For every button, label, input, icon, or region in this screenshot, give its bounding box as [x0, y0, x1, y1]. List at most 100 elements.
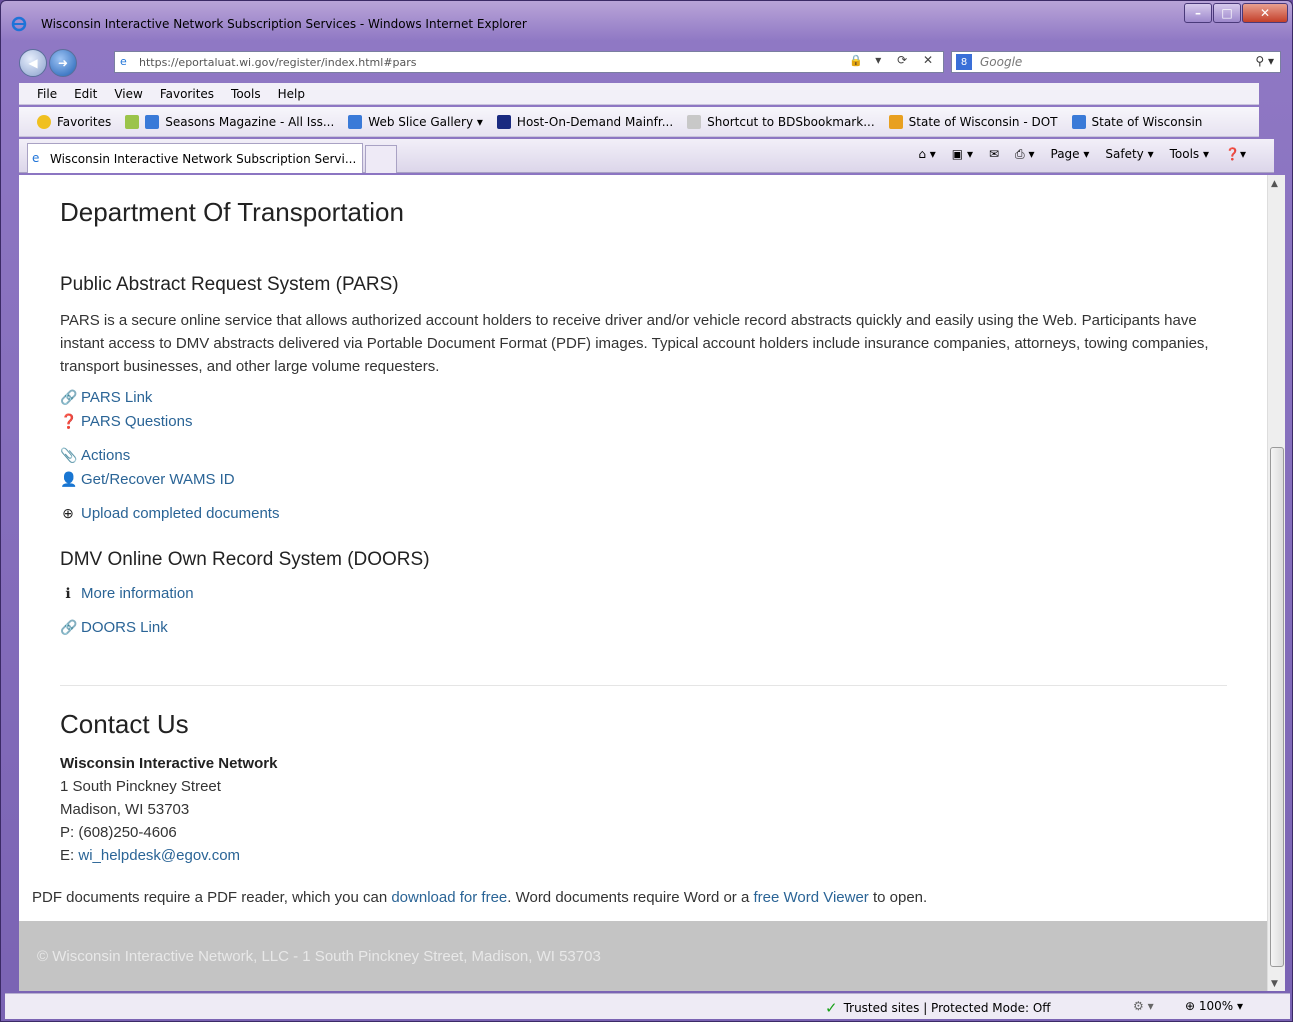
- minimize-button[interactable]: –: [1184, 3, 1212, 23]
- scroll-up-icon[interactable]: ▲: [1271, 179, 1278, 189]
- ie-page-icon: [1071, 114, 1086, 129]
- link-icon: 🔗: [60, 619, 78, 635]
- home-icon[interactable]: ⌂ ▾: [918, 147, 935, 162]
- info-icon: ℹ: [65, 585, 71, 601]
- forward-button[interactable]: ➜: [49, 49, 77, 77]
- favorite-item[interactable]: State of Wisconsin: [1071, 114, 1202, 129]
- menu-edit[interactable]: Edit: [74, 87, 97, 101]
- tab-label: Wisconsin Interactive Network Subscripti…: [50, 151, 357, 166]
- feeds-icon[interactable]: ▣ ▾: [952, 147, 973, 162]
- wams-link[interactable]: 👤 Get/Recover WAMS ID: [60, 471, 235, 488]
- paperclip-icon: 📎: [60, 447, 78, 463]
- question-icon: ❓: [60, 413, 78, 429]
- favorite-item[interactable]: Host-On-Demand Mainfr...: [496, 114, 673, 129]
- user-icon: 👤: [60, 471, 78, 487]
- ie-logo-icon: [11, 16, 27, 32]
- zoom-icon: ⊕: [1185, 999, 1196, 1013]
- title-bar: Wisconsin Interactive Network Subscripti…: [1, 1, 1292, 47]
- add-favorite-icon: [125, 114, 140, 129]
- download-free-link[interactable]: download for free: [391, 889, 507, 906]
- navigation-bar: ◀ ➜ e https://eportaluat.wi.gov/register…: [19, 47, 1289, 77]
- phone-label: P:: [60, 824, 75, 841]
- contact-email-link[interactable]: wi_helpdesk@egov.com: [78, 847, 240, 864]
- safety-menu[interactable]: Safety ▾: [1105, 147, 1153, 162]
- doors-title: DMV Online Own Record System (DOORS): [60, 549, 430, 570]
- address-bar[interactable]: e https://eportaluat.wi.gov/register/ind…: [114, 51, 944, 73]
- zoom-level[interactable]: ⊕ 100% ▾: [1185, 999, 1243, 1013]
- upload-icon: ⊕: [62, 505, 74, 521]
- zone-settings-icon[interactable]: ⚙ ▾: [1133, 999, 1154, 1013]
- page-content: Department Of Transportation Public Abst…: [19, 175, 1267, 991]
- search-box[interactable]: 8 Google ⚲ ▾: [951, 51, 1281, 73]
- menu-file[interactable]: File: [37, 87, 57, 101]
- pars-title: Public Abstract Request System (PARS): [60, 274, 399, 295]
- star-icon: [37, 114, 51, 129]
- pdf-note: PDF documents require a PDF reader, whic…: [32, 889, 928, 906]
- contact-address: Wisconsin Interactive Network 1 South Pi…: [60, 752, 277, 867]
- tools-menu[interactable]: Tools ▾: [1170, 147, 1209, 162]
- back-button[interactable]: ◀: [19, 49, 47, 77]
- favorite-item[interactable]: State of Wisconsin - DOT: [888, 114, 1058, 129]
- browser-window: Wisconsin Interactive Network Subscripti…: [0, 0, 1293, 1022]
- hod-icon: [496, 114, 511, 129]
- doors-link[interactable]: 🔗 DOORS Link: [60, 619, 168, 636]
- page-icon: e: [120, 55, 127, 68]
- contact-city: Madison, WI 53703: [60, 801, 190, 818]
- favorite-item[interactable]: Seasons Magazine - All Iss...: [125, 114, 334, 129]
- ie-page-icon: [145, 114, 160, 129]
- pars-description: PARS is a secure online service that all…: [60, 312, 1209, 375]
- email-label: E:: [60, 847, 75, 864]
- mail-icon[interactable]: ✉: [989, 147, 999, 162]
- contact-phone: (608)250-4606: [78, 824, 177, 841]
- scroll-thumb[interactable]: [1270, 447, 1284, 967]
- checkmark-icon: ✓: [825, 999, 838, 1017]
- favorites-bar: Favorites Seasons Magazine - All Iss... …: [19, 107, 1259, 137]
- maximize-button[interactable]: □: [1213, 3, 1241, 23]
- menu-view[interactable]: View: [114, 87, 142, 101]
- address-url: https://eportaluat.wi.gov/register/index…: [139, 55, 417, 69]
- menu-favorites[interactable]: Favorites: [160, 87, 214, 101]
- tab-ie-icon: e: [32, 151, 40, 165]
- command-bar: ⌂ ▾ ▣ ▾ ✉ ⎙ ▾ Page ▾ Safety ▾ Tools ▾ ❓▾: [902, 147, 1246, 162]
- menu-help[interactable]: Help: [278, 87, 305, 101]
- menu-bar: File Edit View Favorites Tools Help: [19, 83, 1259, 105]
- page-menu[interactable]: Page ▾: [1051, 147, 1090, 162]
- window-title: Wisconsin Interactive Network Subscripti…: [41, 17, 527, 31]
- favorite-item[interactable]: Shortcut to BDSbookmark...: [687, 114, 875, 129]
- shortcut-icon: [687, 114, 702, 129]
- address-tools[interactable]: ▾ ⟳ ✕: [875, 53, 939, 67]
- search-icon[interactable]: ⚲ ▾: [1255, 54, 1274, 68]
- help-icon[interactable]: ❓▾: [1225, 147, 1246, 162]
- scroll-down-icon[interactable]: ▼: [1271, 979, 1278, 989]
- footer-text: © Wisconsin Interactive Network, LLC - 1…: [37, 948, 601, 965]
- favorites-button[interactable]: Favorites: [37, 114, 111, 129]
- page-footer: © Wisconsin Interactive Network, LLC - 1…: [19, 921, 1267, 991]
- divider: [60, 685, 1227, 686]
- page-title: Department Of Transportation: [60, 197, 404, 227]
- new-tab-button[interactable]: [365, 145, 397, 173]
- tab-active[interactable]: e Wisconsin Interactive Network Subscrip…: [27, 143, 363, 173]
- ie-page-icon: [348, 114, 363, 129]
- lock-icon[interactable]: 🔒: [849, 54, 863, 67]
- word-viewer-link[interactable]: free Word Viewer: [753, 889, 868, 906]
- close-button[interactable]: ✕: [1242, 3, 1288, 23]
- upload-link[interactable]: ⊕ Upload completed documents: [60, 505, 279, 522]
- actions-link[interactable]: 📎 Actions: [60, 447, 130, 464]
- status-bar: ✓ Trusted sites | Protected Mode: Off ⚙ …: [5, 993, 1290, 1019]
- wi-dot-icon: [888, 114, 903, 129]
- security-zone[interactable]: ✓ Trusted sites | Protected Mode: Off: [825, 999, 1051, 1017]
- more-info-link[interactable]: ℹ More information: [60, 585, 193, 602]
- favorite-item[interactable]: Web Slice Gallery ▾: [348, 114, 483, 129]
- pars-link[interactable]: 🔗 PARS Link: [60, 389, 152, 406]
- link-icon: 🔗: [60, 389, 78, 405]
- pars-questions-link[interactable]: ❓ PARS Questions: [60, 413, 192, 430]
- search-placeholder: Google: [980, 55, 1023, 69]
- vertical-scrollbar[interactable]: ▲ ▼: [1267, 175, 1285, 991]
- menu-tools[interactable]: Tools: [231, 87, 261, 101]
- tab-bar: e Wisconsin Interactive Network Subscrip…: [19, 139, 1274, 173]
- print-icon[interactable]: ⎙ ▾: [1015, 147, 1034, 162]
- google-icon: 8: [956, 54, 972, 70]
- contact-org: Wisconsin Interactive Network: [60, 755, 278, 772]
- contact-heading: Contact Us: [60, 709, 189, 739]
- contact-street: 1 South Pinckney Street: [60, 778, 221, 795]
